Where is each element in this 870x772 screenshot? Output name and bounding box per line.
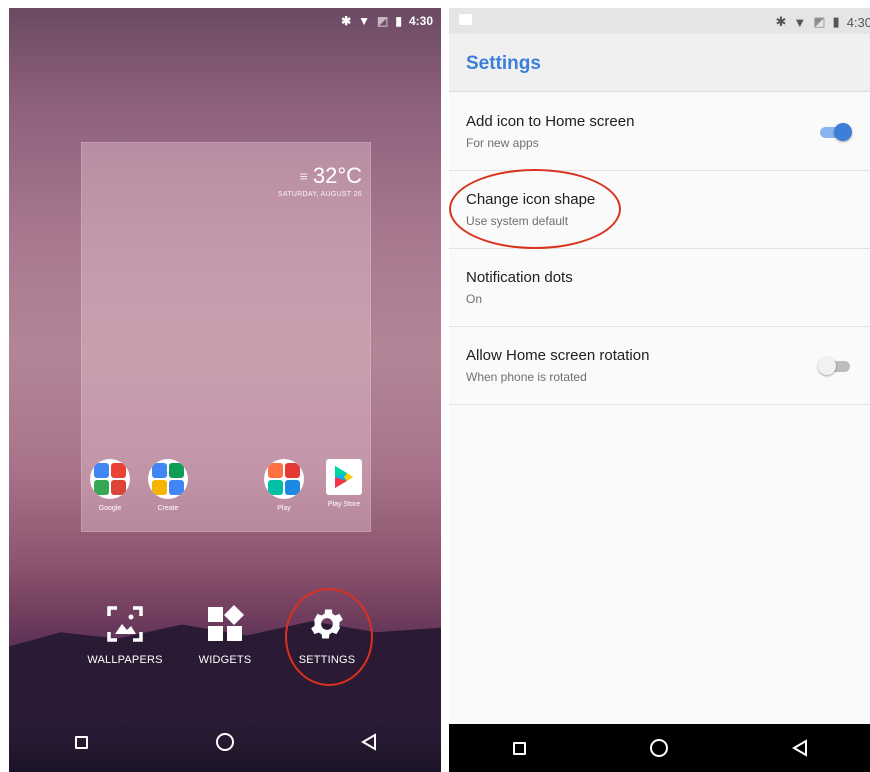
widgets-label: WIDGETS <box>198 654 252 666</box>
back-icon <box>361 733 376 751</box>
home-icon <box>216 733 234 751</box>
wifi-icon: ▼ <box>358 14 371 28</box>
play-store-icon <box>326 459 362 495</box>
navigation-bar <box>449 724 870 772</box>
screenshot-root: ✱ ▼ ◩ ▮ 4:30 ≡ 32°C SATURDAY, AUGUST 26 <box>0 0 870 772</box>
annotation-circle-icon-shape <box>449 169 621 249</box>
weather-date: SATURDAY, AUGUST 26 <box>277 191 362 198</box>
toggle-switch-on[interactable] <box>818 123 852 141</box>
annotation-circle-settings <box>285 588 373 686</box>
setting-notification-dots[interactable]: Notification dots On <box>449 249 870 327</box>
page-title: Settings <box>466 53 541 74</box>
status-time: 4:30 <box>846 14 870 30</box>
status-bar: ✱ ▼ ◩ ▮ 4:30 <box>449 8 870 34</box>
edit-mode-options: WALLPAPERS WIDGETS SETTINGS <box>9 588 441 686</box>
battery-icon: ▮ <box>395 14 402 28</box>
weather-widget[interactable]: ≡ 32°C SATURDAY, AUGUST 26 <box>278 163 362 198</box>
wallpaper-icon <box>103 602 147 646</box>
create-folder-icon <box>148 459 188 499</box>
home-button[interactable] <box>205 722 245 762</box>
setting-title: Notification dots <box>466 269 573 286</box>
settings-list: Add icon to Home screen For new apps Cha… <box>449 93 870 405</box>
app-label: Google <box>98 505 122 512</box>
image-icon <box>459 14 472 25</box>
toggle-switch-off[interactable] <box>818 357 852 375</box>
app-label: Play Store <box>327 501 361 508</box>
navigation-bar <box>9 712 441 772</box>
bluetooth-icon: ✱ <box>341 14 352 28</box>
home-icon <box>650 739 669 757</box>
setting-subtitle: For new apps <box>466 136 539 150</box>
setting-subtitle: When phone is rotated <box>466 370 587 384</box>
setting-add-icon-to-home-screen[interactable]: Add icon to Home screen For new apps <box>449 93 870 171</box>
status-bar: ✱ ▼ ◩ ▮ 4:30 <box>9 8 441 34</box>
app-row: Google Create Play Play Store <box>82 459 370 529</box>
app-play-store[interactable]: Play Store <box>319 459 369 508</box>
recents-button[interactable] <box>499 728 539 768</box>
setting-subtitle: On <box>466 292 483 306</box>
setting-title: Add icon to Home screen <box>466 113 635 130</box>
recents-icon <box>74 735 88 749</box>
app-google[interactable]: Google <box>85 459 135 512</box>
widgets-button[interactable]: WIDGETS <box>185 602 265 666</box>
home-screen-preview[interactable]: ≡ 32°C SATURDAY, AUGUST 26 Google Create… <box>81 142 371 532</box>
wallpapers-label: WALLPAPERS <box>87 654 163 666</box>
setting-change-icon-shape[interactable]: Change icon shape Use system default <box>449 169 870 249</box>
back-button[interactable] <box>780 728 820 768</box>
play-folder-icon <box>264 459 304 499</box>
haze-icon: ≡ <box>299 168 308 184</box>
battery-icon: ▮ <box>832 14 840 29</box>
home-screen-edit-mode: ✱ ▼ ◩ ▮ 4:30 ≡ 32°C SATURDAY, AUGUST 26 <box>9 8 441 772</box>
setting-allow-home-screen-rotation[interactable]: Allow Home screen rotation When phone is… <box>449 327 870 405</box>
no-sim-icon: ◩ <box>377 14 389 28</box>
recents-icon <box>512 741 526 755</box>
app-play[interactable]: Play <box>259 459 309 512</box>
wallpapers-button[interactable]: WALLPAPERS <box>85 602 165 666</box>
widgets-icon <box>203 602 247 646</box>
back-button[interactable] <box>349 722 389 762</box>
status-time: 4:30 <box>408 14 433 28</box>
app-label: Play <box>277 505 291 512</box>
no-sim-icon: ◩ <box>813 14 826 29</box>
wifi-icon: ▼ <box>793 14 807 30</box>
weather-temperature: 32°C <box>312 163 362 188</box>
app-create[interactable]: Create <box>143 459 193 512</box>
app-label: Create <box>157 505 179 512</box>
app-bar: Settings <box>449 34 870 92</box>
google-folder-icon <box>90 459 130 499</box>
launcher-settings-screen: ✱ ▼ ◩ ▮ 4:30 Settings Add icon to Home s… <box>449 8 870 772</box>
recents-button[interactable] <box>61 722 101 762</box>
setting-title: Allow Home screen rotation <box>466 347 650 364</box>
back-icon <box>791 739 807 757</box>
bluetooth-icon: ✱ <box>775 14 787 29</box>
home-button[interactable] <box>639 728 679 768</box>
